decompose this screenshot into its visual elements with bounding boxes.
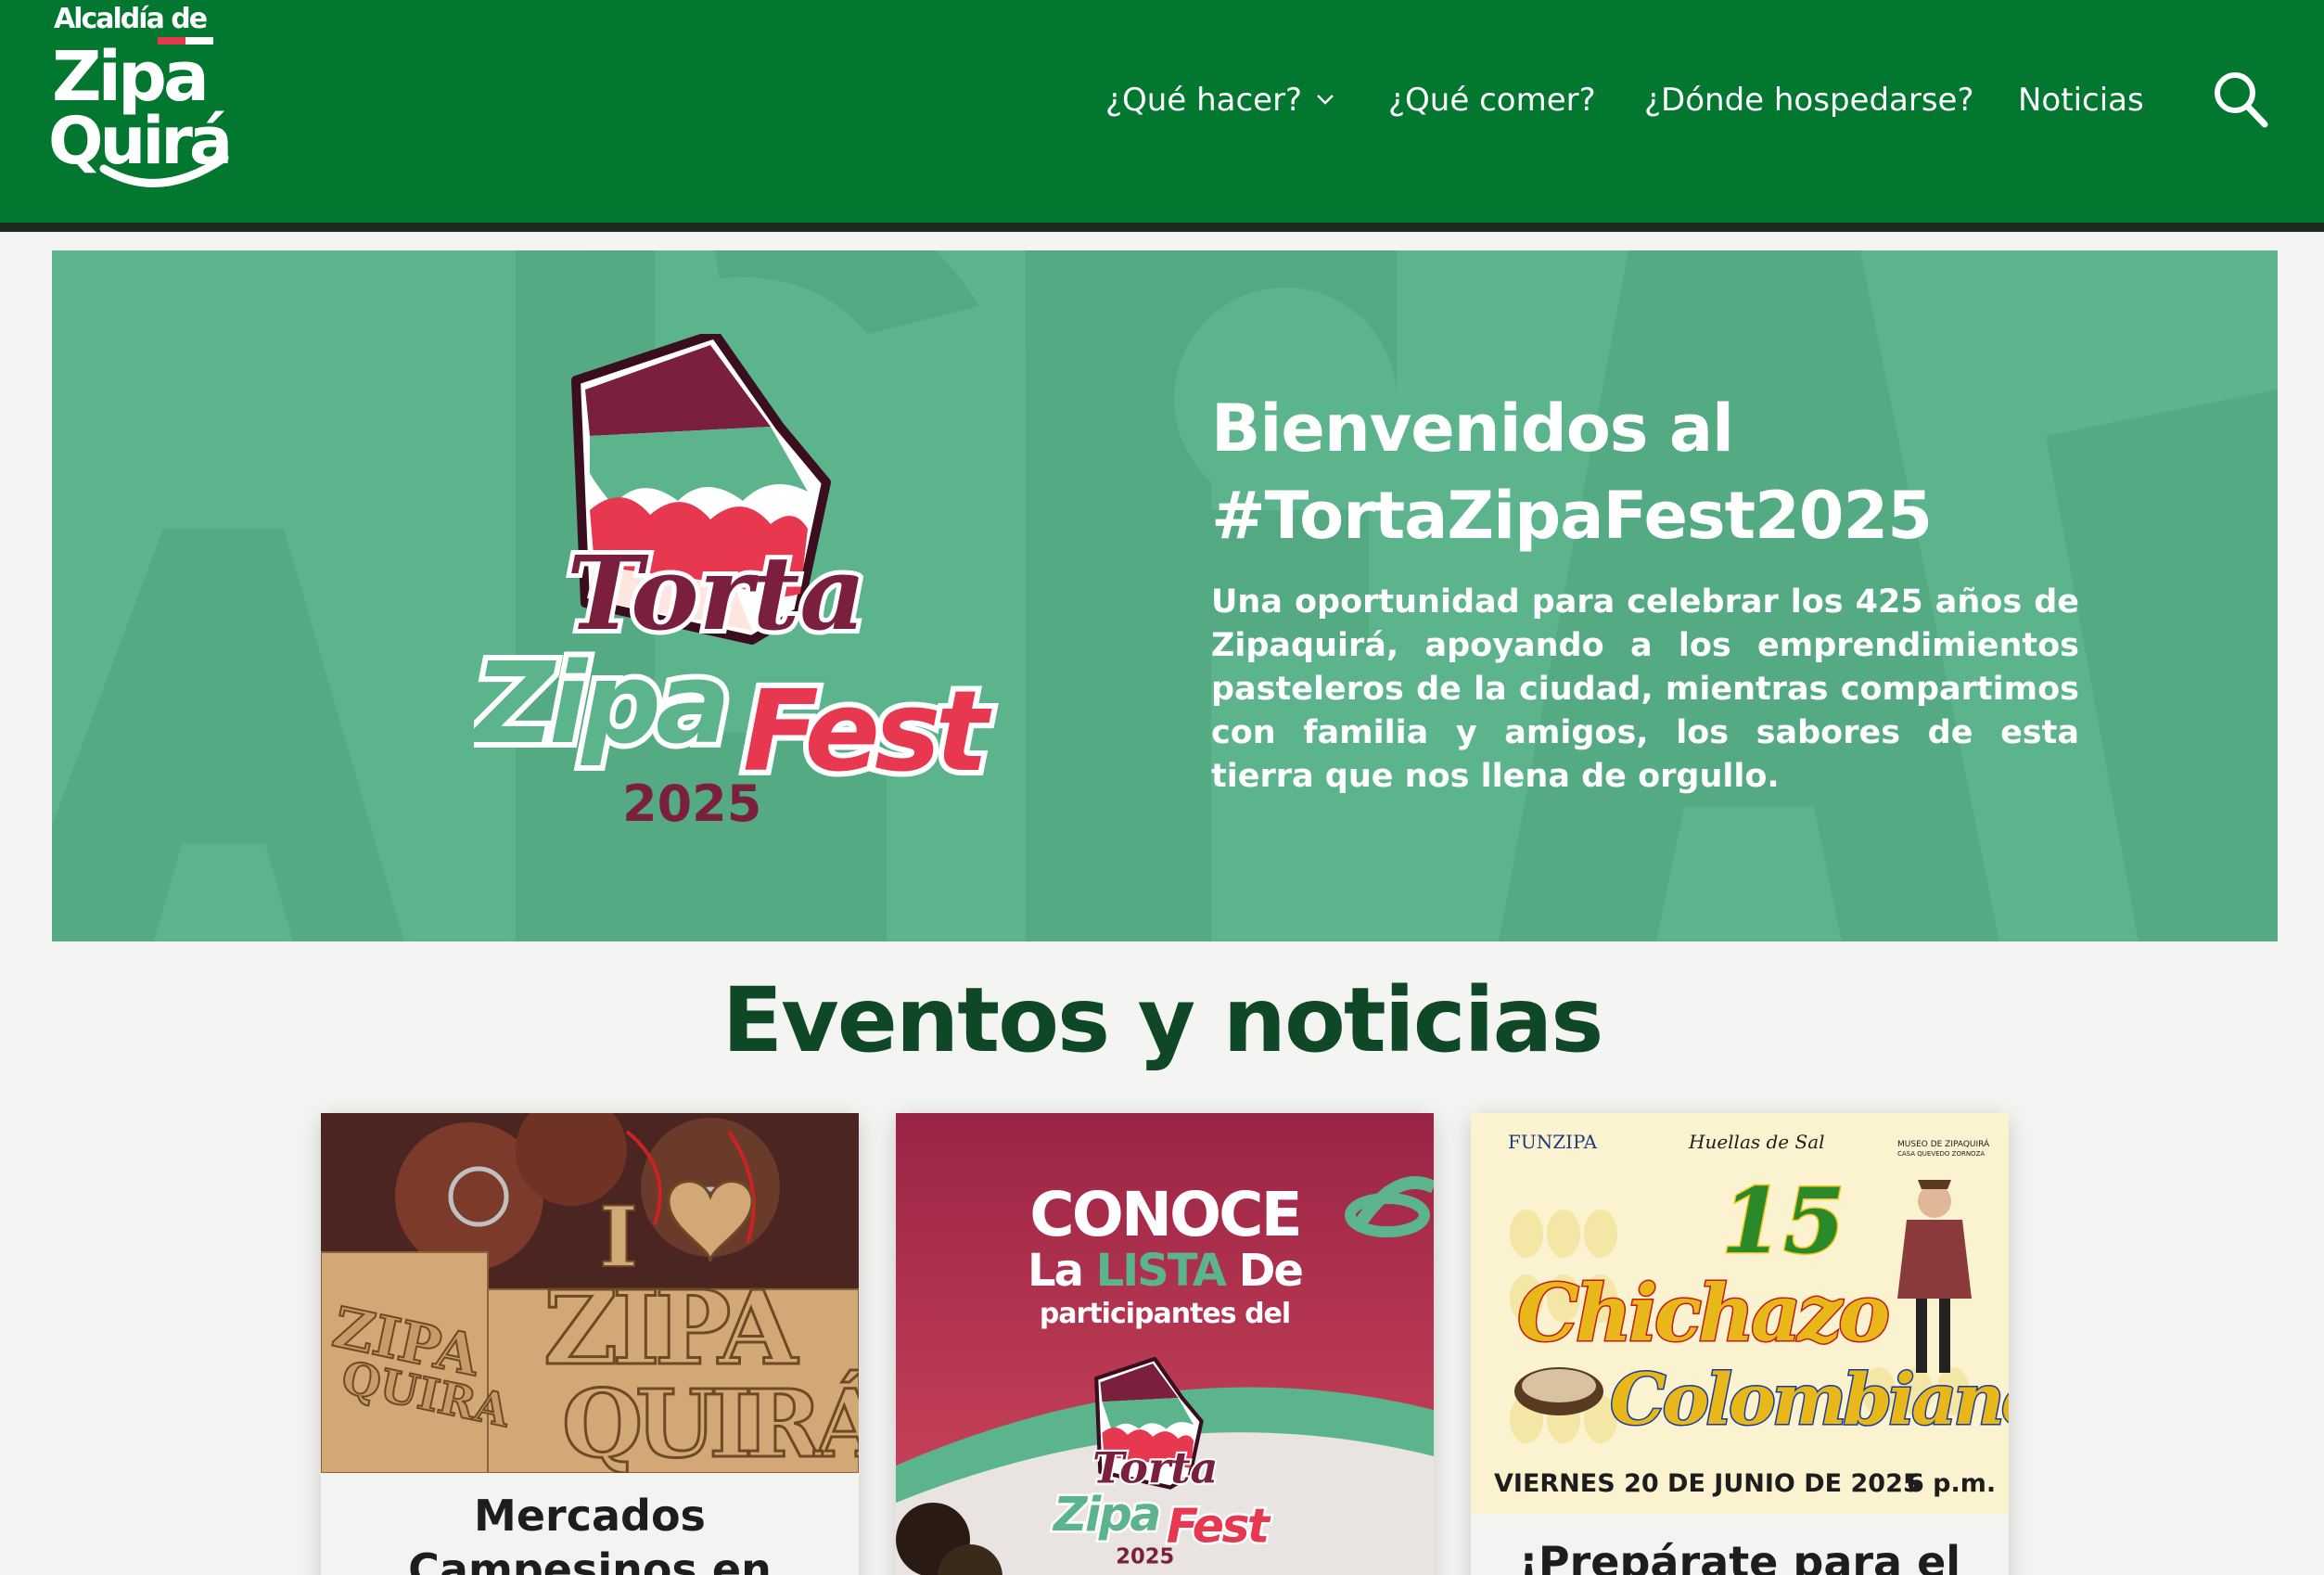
hero-title-line1: Bienvenidos al: [1211, 391, 1734, 467]
nav-que-hacer-label: ¿Qué hacer?: [1105, 82, 1303, 119]
site-logo[interactable]: Alcaldía de Zipa Quirá: [48, 0, 252, 195]
nav-que-comer[interactable]: ¿Qué comer?: [1388, 72, 1596, 128]
news-card-mercados[interactable]: I ZIPA QUIRÁ ZIPA QUIRA Mercados Campesi…: [321, 1113, 859, 1575]
torta-zipa-fest-logo: Torta Zipa Fest 2025: [474, 334, 1003, 833]
card3-org3b: CASA QUEVEDO ZORNOZA: [1897, 1150, 1985, 1158]
card3-org3: MUSEO DE ZIPAQUIRÁ: [1897, 1138, 1990, 1149]
svg-text:2025: 2025: [1116, 1545, 1174, 1569]
card3-org1: FUNZIPA: [1508, 1131, 1598, 1153]
card3-time: 6 p.m.: [1907, 1469, 1996, 1498]
card2-line3: participantes del: [1040, 1298, 1290, 1330]
nav-donde-hospedarse[interactable]: ¿Dónde hospedarse?: [1644, 72, 1974, 128]
search-icon[interactable]: [2211, 67, 2270, 130]
card-title: ¡Prepárate para el: [1518, 1537, 1961, 1575]
card2-line2: La LISTA De: [1028, 1245, 1302, 1297]
logo-torta-text: Torta: [567, 533, 866, 653]
hero-title-line2: #TortaZipaFest2025: [1211, 478, 1933, 554]
logo-line1: Alcaldía de: [54, 3, 207, 35]
news-card-chichazo[interactable]: FUNZIPA Huellas de Sal MUSEO DE ZIPAQUIR…: [1471, 1113, 2009, 1575]
header-divider: [0, 223, 2324, 232]
svg-text:Zipa: Zipa: [1052, 1487, 1159, 1542]
card3-date: VIERNES 20 DE JUNIO DE 2025: [1494, 1469, 1921, 1498]
card3-word1: Chichazo: [1517, 1267, 1888, 1359]
logo-fest-text: Fest: [743, 668, 992, 797]
card-image-chichazo: FUNZIPA Huellas de Sal MUSEO DE ZIPAQUIR…: [1471, 1113, 2009, 1514]
svg-text:Fest: Fest: [1167, 1498, 1271, 1553]
card3-org2: Huellas de Sal: [1688, 1131, 1825, 1153]
card3-number: 15: [1721, 1169, 1845, 1274]
chevron-down-icon: [1317, 94, 1334, 105]
card-image-souvenirs: I ZIPA QUIRÁ ZIPA QUIRA: [321, 1113, 859, 1473]
hero-banner: Torta Zipa Fest 2025 Bienvenidos al #Tor…: [52, 250, 2278, 941]
card2-line1: CONOCE: [1029, 1179, 1299, 1250]
card1-word2: QUIRÁ: [562, 1369, 859, 1473]
hero-description: Una oportunidad para celebrar los 425 añ…: [1211, 583, 2079, 795]
svg-text:Torta: Torta: [1092, 1443, 1218, 1493]
card-title: Mercados Campesinos en: [408, 1491, 772, 1575]
hero-title: Bienvenidos al #TortaZipaFest2025: [1211, 385, 2139, 559]
logo-year-text: 2025: [622, 775, 761, 833]
card-image-participantes: CONOCE La LISTA De participantes del Tor…: [896, 1113, 1434, 1575]
logo-zipa-text: Zipa: [474, 640, 725, 769]
section-title: Eventos y noticias: [721, 968, 1604, 1072]
nav-que-hacer[interactable]: ¿Qué hacer?: [1105, 72, 1335, 128]
nav-noticias[interactable]: Noticias: [2018, 72, 2144, 128]
news-card-participantes[interactable]: CONOCE La LISTA De participantes del Tor…: [896, 1113, 1434, 1575]
